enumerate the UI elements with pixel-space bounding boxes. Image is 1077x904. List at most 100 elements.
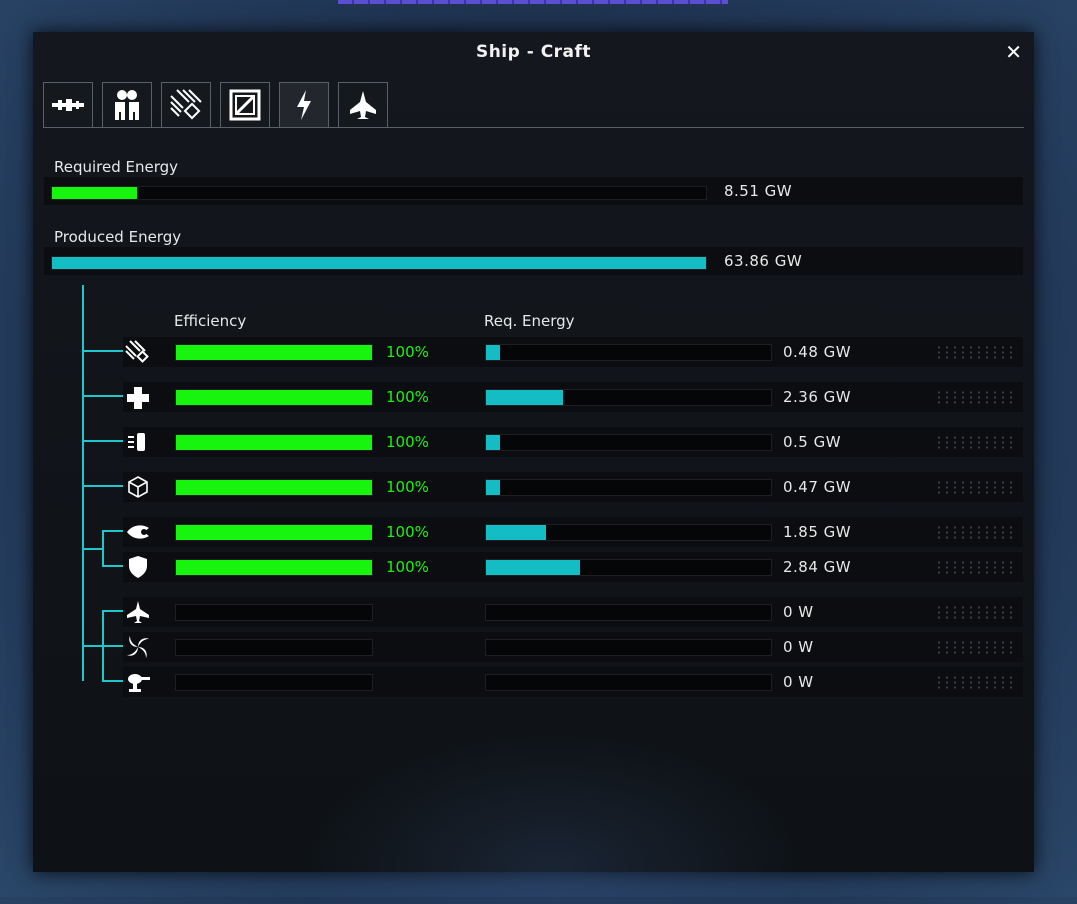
tree-branch-4 <box>82 485 124 487</box>
close-button[interactable]: ✕ <box>1005 40 1022 64</box>
req-energy-fill <box>486 435 501 450</box>
req-energy-value: 0.5 GW <box>783 433 842 451</box>
req-energy-value: 0.48 GW <box>783 343 852 361</box>
crew-icon <box>115 90 139 120</box>
req-energy-bar <box>485 674 772 691</box>
vortex-icon <box>125 635 151 659</box>
req-energy-bar <box>485 524 772 541</box>
window-title: Ship - Craft <box>475 42 592 62</box>
req-energy-value: 0 W <box>783 638 814 656</box>
module-row[interactable]: 100% 0.5 GW <box>123 427 1023 457</box>
efficiency-column-header: Efficiency <box>174 312 247 330</box>
lightning-icon <box>297 90 311 120</box>
req-energy-bar <box>485 559 772 576</box>
req-energy-bar <box>485 479 772 496</box>
efficiency-fill <box>176 560 372 575</box>
efficiency-bar <box>175 434 373 451</box>
module-row[interactable]: 100% 0.47 GW <box>123 472 1023 502</box>
tree-sub-trunk-1 <box>102 530 104 566</box>
tree-branch-group-2 <box>82 645 102 647</box>
tab-fighters[interactable] <box>338 82 388 128</box>
tab-cargo[interactable] <box>220 82 270 128</box>
module-row[interactable]: 100% 0.48 GW <box>123 337 1023 367</box>
drag-handle[interactable] <box>935 605 1015 620</box>
tree-branch-7 <box>102 610 124 612</box>
top-hotbar-strip <box>338 0 728 4</box>
efficiency-fill <box>176 345 372 360</box>
module-row[interactable]: 100% 2.36 GW <box>123 382 1023 412</box>
efficiency-fill <box>176 390 372 405</box>
engine-flame-icon <box>125 520 151 544</box>
produced-energy-row: 63.86 GW <box>44 247 1023 275</box>
efficiency-percent: 100% <box>386 558 429 576</box>
tree-branch-8 <box>102 645 124 647</box>
req-energy-value: 2.84 GW <box>783 558 852 576</box>
tree-branch-group-1 <box>82 548 102 550</box>
req-energy-bar <box>485 389 772 406</box>
produced-energy-value: 63.86 GW <box>724 252 803 270</box>
drag-handle[interactable] <box>935 675 1015 690</box>
req-energy-bar <box>485 434 772 451</box>
tab-weapons[interactable] <box>43 82 93 128</box>
efficiency-bar <box>175 604 373 621</box>
required-energy-bar <box>51 186 707 200</box>
cargo-crate-icon <box>229 89 261 121</box>
drag-handle[interactable] <box>935 345 1015 360</box>
efficiency-fill <box>176 525 372 540</box>
efficiency-percent: 100% <box>386 523 429 541</box>
req-energy-value: 1.85 GW <box>783 523 852 541</box>
circuit-icon <box>125 340 151 364</box>
required-energy-row: 8.51 GW <box>44 177 1023 205</box>
module-row[interactable]: 100% 2.84 GW <box>123 552 1023 582</box>
ship-craft-window: Ship - Craft ✕ Required Energy 8.51 GW P… <box>33 32 1034 904</box>
module-row[interactable]: 0 W <box>123 597 1023 627</box>
module-row[interactable]: 0 W <box>123 667 1023 697</box>
req-energy-value: 2.36 GW <box>783 388 852 406</box>
turret-icon <box>125 670 151 694</box>
req-energy-fill <box>486 390 563 405</box>
medical-cross-icon <box>125 385 151 409</box>
tab-crew[interactable] <box>102 82 152 128</box>
req-energy-fill <box>486 560 581 575</box>
efficiency-percent: 100% <box>386 343 429 361</box>
required-energy-fill <box>52 187 138 199</box>
required-energy-value: 8.51 GW <box>724 182 793 200</box>
tree-branch-6 <box>102 565 124 567</box>
produced-energy-fill <box>52 257 706 269</box>
produced-energy-bar <box>51 256 707 270</box>
background-ship-render <box>303 732 803 904</box>
tab-divider <box>43 127 1024 128</box>
drag-handle[interactable] <box>935 560 1015 575</box>
module-row[interactable]: 100% 1.85 GW <box>123 517 1023 547</box>
required-energy-label: Required Energy <box>54 158 179 176</box>
drag-handle[interactable] <box>935 640 1015 655</box>
cube-icon <box>125 475 151 499</box>
tab-energy[interactable] <box>279 82 329 128</box>
efficiency-percent: 100% <box>386 388 429 406</box>
module-row[interactable]: 0 W <box>123 632 1023 662</box>
efficiency-percent: 100% <box>386 478 429 496</box>
efficiency-fill <box>176 480 372 495</box>
req-energy-fill <box>486 345 501 360</box>
tree-branch-2 <box>82 395 124 397</box>
drag-handle[interactable] <box>935 390 1015 405</box>
weapon-icon <box>52 99 84 111</box>
req-energy-value: 0.47 GW <box>783 478 852 496</box>
thruster-icon <box>125 430 151 454</box>
efficiency-fill <box>176 435 372 450</box>
tree-branch-3 <box>82 440 124 442</box>
efficiency-bar <box>175 344 373 361</box>
tree-branch-5 <box>102 530 124 532</box>
drag-handle[interactable] <box>935 525 1015 540</box>
efficiency-bar <box>175 674 373 691</box>
drag-handle[interactable] <box>935 435 1015 450</box>
fighter-ship-icon <box>350 91 376 119</box>
req-energy-fill <box>486 525 546 540</box>
shield-icon <box>125 555 151 579</box>
req-energy-value: 0 W <box>783 673 814 691</box>
drag-handle[interactable] <box>935 480 1015 495</box>
tree-branch-1 <box>82 350 124 352</box>
tab-systems[interactable] <box>161 82 211 128</box>
circuit-icon <box>170 89 202 120</box>
efficiency-bar <box>175 559 373 576</box>
